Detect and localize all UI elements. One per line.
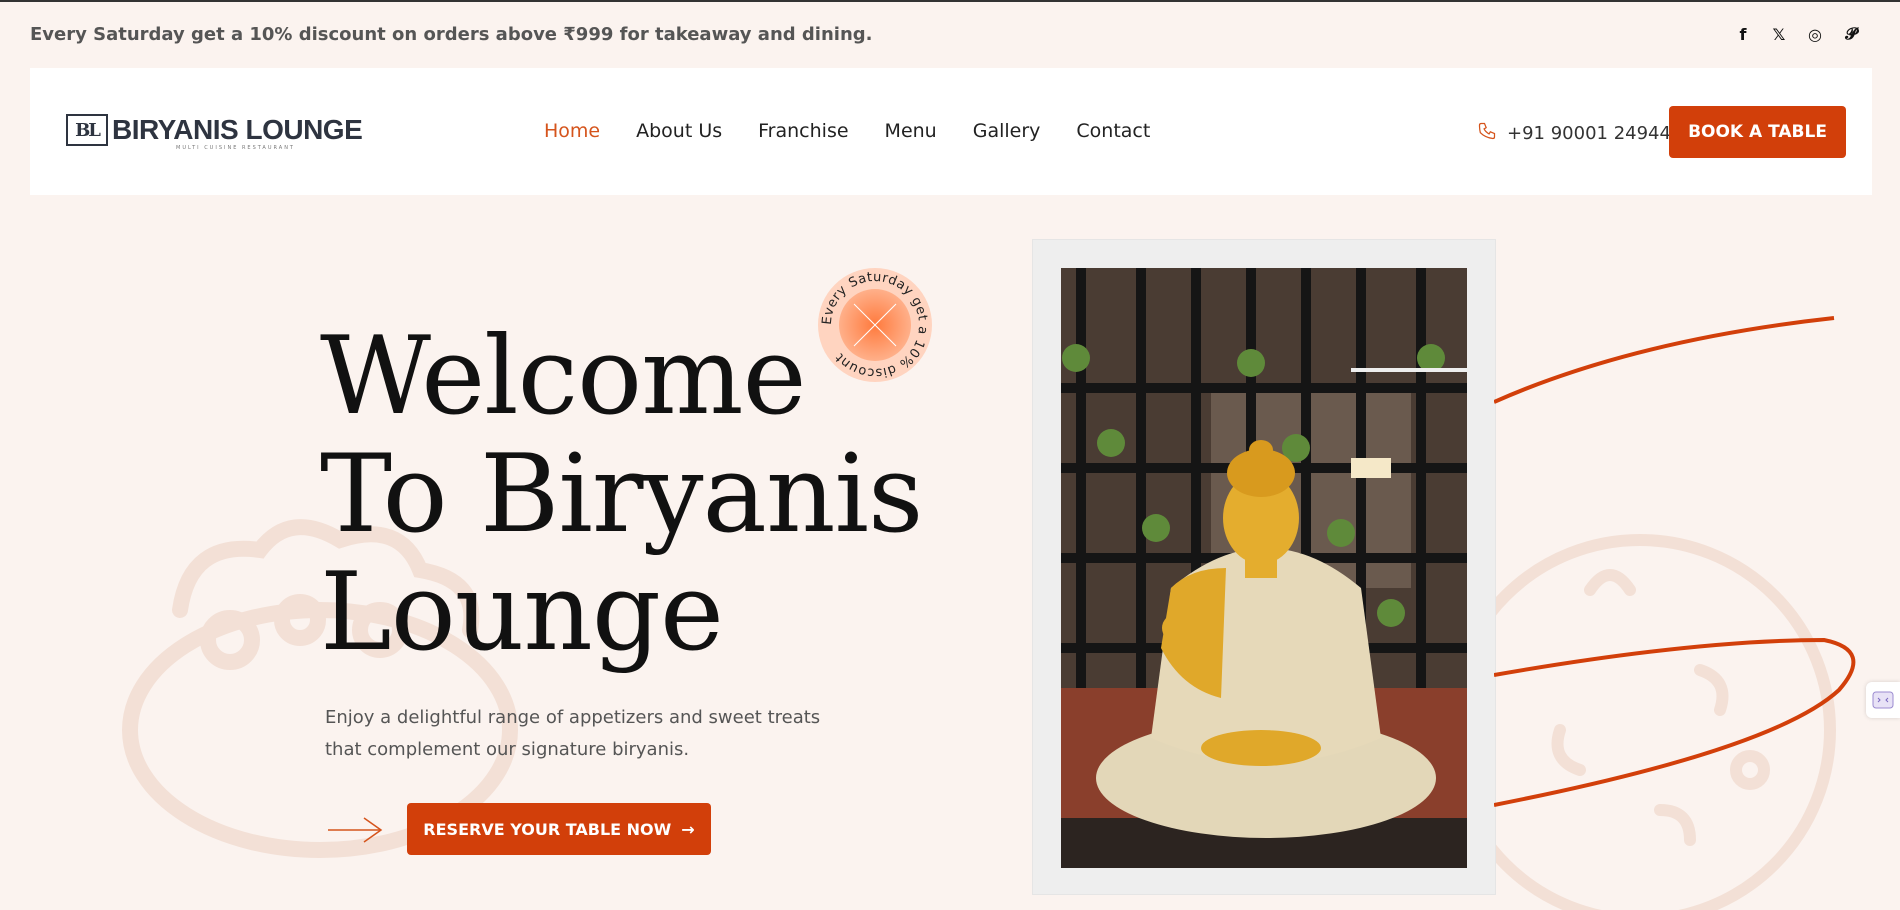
primary-nav: Home About Us Franchise Menu Gallery Con… bbox=[544, 120, 1186, 142]
logo-subtitle: MULTI CUISINE RESTAURANT bbox=[176, 145, 295, 151]
top-border bbox=[0, 0, 1900, 2]
nav-gallery[interactable]: Gallery bbox=[973, 120, 1041, 142]
hero-title-line-2: To Biryanis bbox=[320, 432, 923, 557]
logo-text: BIRYANIS LOUNGE bbox=[112, 114, 363, 145]
hero-title-line-3: Lounge bbox=[320, 550, 724, 675]
pinterest-icon[interactable]: 𝓟 bbox=[1842, 24, 1860, 44]
nav-franchise[interactable]: Franchise bbox=[758, 120, 848, 142]
logo-mark: BL bbox=[66, 114, 108, 146]
hero-description: Enjoy a delightful range of appetizers a… bbox=[325, 707, 821, 760]
arrow-right-icon bbox=[328, 817, 383, 843]
book-table-button[interactable]: BOOK A TABLE bbox=[1669, 106, 1846, 158]
chat-widget-icon[interactable] bbox=[1866, 682, 1900, 718]
promo-text: Every Saturday get a 10% discount on ord… bbox=[30, 24, 873, 45]
decorative-swirl bbox=[1494, 316, 1856, 807]
reserve-label: RESERVE YOUR TABLE NOW bbox=[423, 819, 672, 839]
reserve-table-button[interactable]: RESERVE YOUR TABLE NOW → bbox=[407, 803, 711, 855]
facebook-icon[interactable]: f bbox=[1734, 24, 1752, 44]
social-links: f 𝕏 ◎ 𝓟 bbox=[1734, 24, 1860, 44]
discount-badge: Every Saturday get a 10% discount bbox=[818, 268, 932, 382]
main-navbar: BL BIRYANIS LOUNGE MULTI CUISINE RESTAUR… bbox=[30, 68, 1872, 195]
phone-number: +91 90001 24944 bbox=[1507, 123, 1671, 144]
hero-photo-frame bbox=[1033, 240, 1495, 894]
hero-title-line-1: Welcome bbox=[320, 314, 806, 439]
instagram-icon[interactable]: ◎ bbox=[1806, 24, 1824, 44]
site-logo[interactable]: BL BIRYANIS LOUNGE MULTI CUISINE RESTAUR… bbox=[66, 114, 363, 151]
phone-icon bbox=[1477, 121, 1497, 146]
x-twitter-icon[interactable]: 𝕏 bbox=[1770, 24, 1788, 44]
arrow-right-icon: → bbox=[681, 819, 695, 839]
nav-menu[interactable]: Menu bbox=[885, 120, 937, 142]
buddha-statue-photo bbox=[1061, 268, 1467, 868]
nav-about-us[interactable]: About Us bbox=[636, 120, 722, 142]
phone-link[interactable]: +91 90001 24944 bbox=[1477, 121, 1671, 146]
nav-home[interactable]: Home bbox=[544, 120, 600, 142]
nav-contact[interactable]: Contact bbox=[1076, 120, 1150, 142]
